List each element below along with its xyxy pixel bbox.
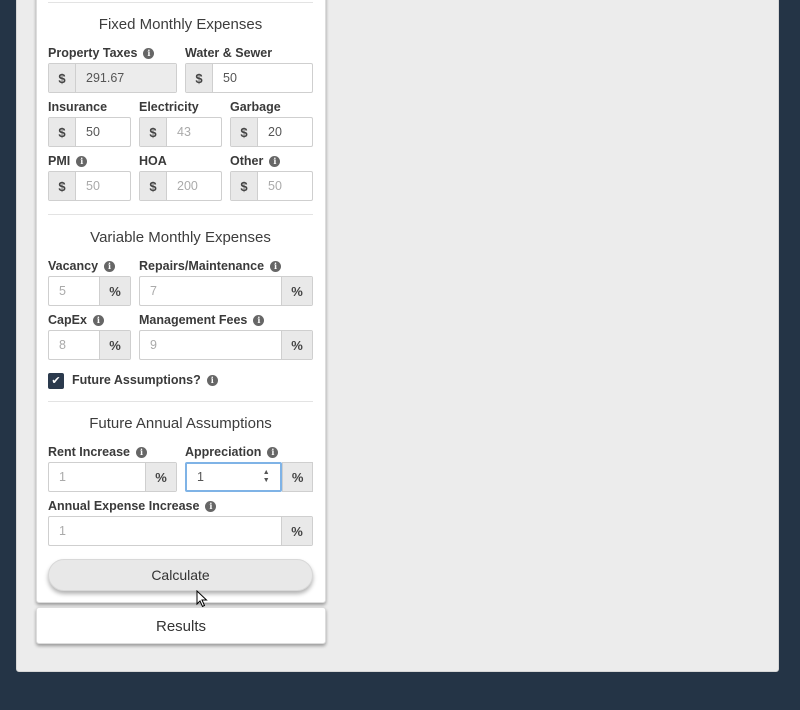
spin-down-icon[interactable]: ▼ [263,477,270,485]
info-icon[interactable]: i [104,260,116,272]
calculate-button[interactable]: Calculate [48,559,313,591]
repairs-label: Repairs/Maintenance i [139,259,282,273]
percent-addon: % [99,277,130,305]
other-input[interactable]: 50 [258,172,312,200]
expense-increase-input[interactable]: 1 [49,517,281,545]
water-sewer-input[interactable]: 50 [213,64,312,92]
percent-addon: % [282,462,313,492]
future-assumptions-checkbox[interactable]: ✔ [48,373,64,389]
water-sewer-field[interactable]: $ 50 [185,63,313,93]
dollar-addon: $ [231,118,258,146]
vacancy-input[interactable]: 5 [49,277,99,305]
dollar-addon: $ [49,118,76,146]
electricity-field[interactable]: $ 43 [139,117,222,147]
other-label: Other i [230,154,281,168]
repairs-input[interactable]: 7 [140,277,281,305]
percent-addon: % [281,331,312,359]
insurance-field[interactable]: $ 50 [48,117,131,147]
percent-addon: % [281,517,312,545]
info-icon[interactable]: i [143,47,155,59]
rent-increase-input[interactable]: 1 [49,463,145,491]
property-taxes-input[interactable]: 291.67 [76,64,176,92]
electricity-input[interactable]: 43 [167,118,221,146]
divider [48,2,313,3]
electricity-label: Electricity [139,100,199,114]
percent-addon: % [281,277,312,305]
appreciation-input[interactable]: 1 [187,464,260,490]
insurance-label: Insurance [48,100,108,114]
future-assumptions-title: Future Annual Assumptions [89,415,272,432]
divider [48,214,313,215]
expense-increase-field[interactable]: 1 % [48,516,313,546]
property-taxes-label: Property Taxes i [48,46,155,60]
divider [48,401,313,402]
info-icon[interactable]: i [92,314,104,326]
percent-addon: % [99,331,130,359]
percent-addon: % [145,463,176,491]
garbage-label: Garbage [230,100,281,114]
repairs-field[interactable]: 7 % [139,276,313,306]
dollar-addon: $ [140,118,167,146]
management-field[interactable]: 9 % [139,330,313,360]
pmi-label: PMI i [48,154,88,168]
garbage-field[interactable]: $ 20 [230,117,313,147]
vacancy-label: Vacancy i [48,259,116,273]
mouse-cursor-icon [196,590,208,608]
dollar-addon: $ [186,64,213,92]
future-assumptions-label: Future Assumptions? i [72,373,218,387]
info-icon[interactable]: i [206,374,218,386]
appreciation-label: Appreciation i [185,445,279,459]
capex-field[interactable]: 8 % [48,330,131,360]
dollar-addon: $ [49,64,76,92]
variable-expenses-title: Variable Monthly Expenses [90,229,271,246]
dollar-addon: $ [140,172,167,200]
info-icon[interactable]: i [270,260,282,272]
pmi-input[interactable]: 50 [76,172,130,200]
rent-increase-label: Rent Increase i [48,445,147,459]
hoa-label: HOA [139,154,167,168]
garbage-input[interactable]: 20 [258,118,312,146]
info-icon[interactable]: i [269,155,281,167]
pmi-field[interactable]: $ 50 [48,171,131,201]
management-input[interactable]: 9 [140,331,281,359]
dollar-addon: $ [231,172,258,200]
appreciation-field[interactable]: 1 ▲ ▼ % [185,462,313,492]
insurance-input[interactable]: 50 [76,118,130,146]
spin-up-icon[interactable]: ▲ [263,469,270,477]
other-field[interactable]: $ 50 [230,171,313,201]
water-sewer-label: Water & Sewer [185,46,273,60]
hoa-field[interactable]: $ 200 [139,171,222,201]
info-icon[interactable]: i [253,314,265,326]
management-label: Management Fees i [139,313,265,327]
fixed-expenses-title: Fixed Monthly Expenses [98,16,263,33]
capex-input[interactable]: 8 [49,331,99,359]
number-spinner[interactable]: ▲ ▼ [260,464,272,490]
info-icon[interactable]: i [205,500,217,512]
dollar-addon: $ [49,172,76,200]
results-label: Results [155,618,207,635]
vacancy-field[interactable]: 5 % [48,276,131,306]
info-icon[interactable]: i [135,446,147,458]
expense-increase-label: Annual Expense Increase i [48,499,217,513]
appreciation-input-box[interactable]: 1 ▲ ▼ [185,462,283,492]
property-taxes-field[interactable]: $ 291.67 [48,63,177,93]
results-panel[interactable]: Results [36,607,326,644]
rent-increase-field[interactable]: 1 % [48,462,177,492]
capex-label: CapEx i [48,313,104,327]
info-icon[interactable]: i [267,446,279,458]
info-icon[interactable]: i [76,155,88,167]
hoa-input[interactable]: 200 [167,172,221,200]
